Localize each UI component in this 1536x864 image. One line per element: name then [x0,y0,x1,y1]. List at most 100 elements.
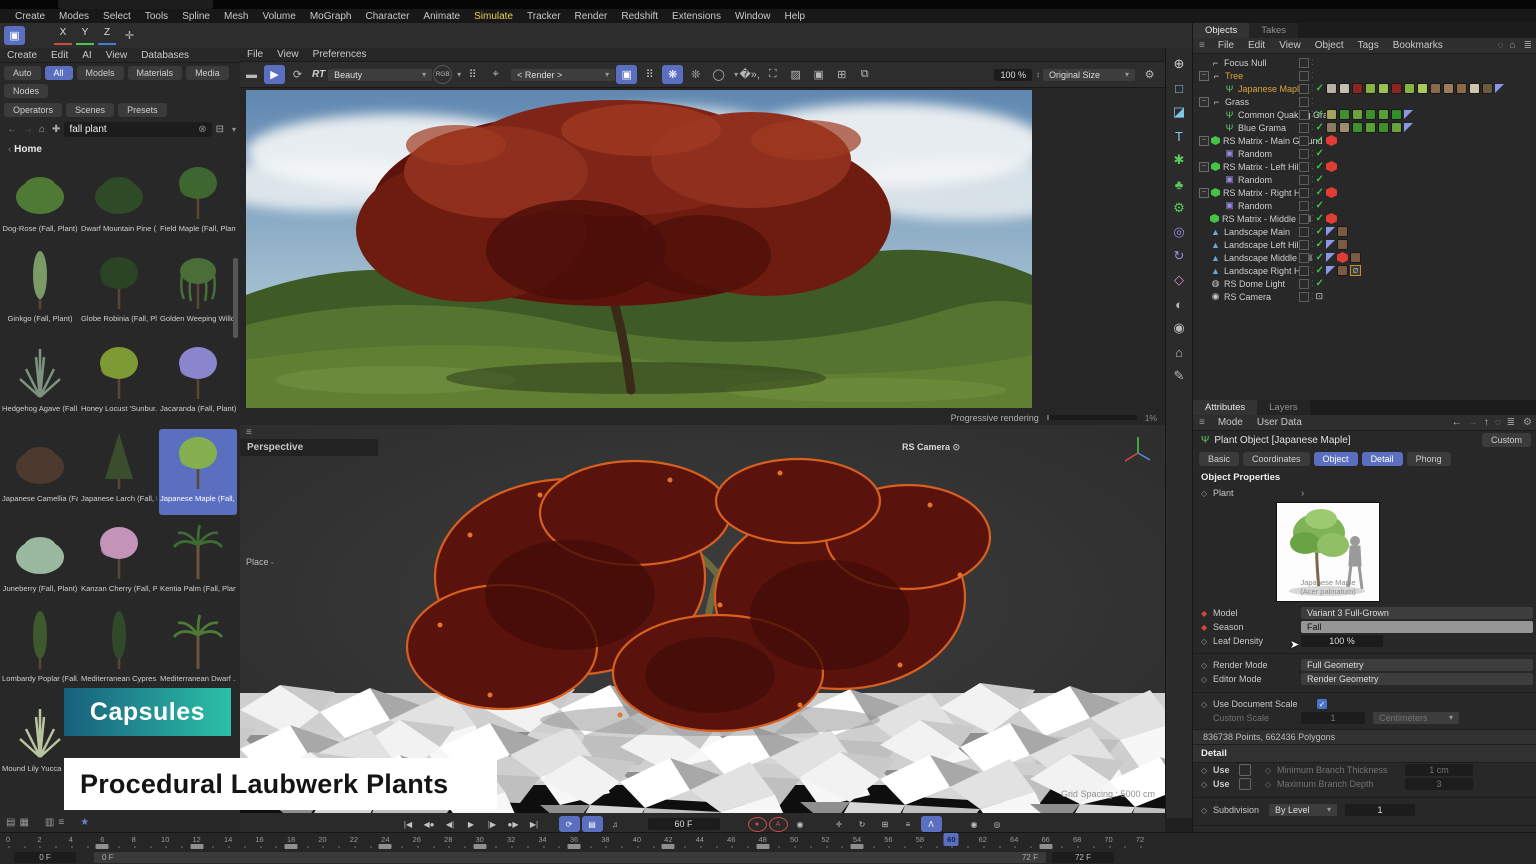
add-icon[interactable]: ✚ [52,124,60,135]
vp-menu-preferences[interactable]: Preferences [306,49,374,60]
move-tool-icon[interactable]: ✛ [119,26,140,45]
tree-row[interactable]: RS Matrix - Middle Hill⁚✓ [1193,212,1536,225]
breadcrumb[interactable]: ‹ Home [0,140,240,159]
expander-icon[interactable]: − [1199,162,1209,172]
visibility-square[interactable] [1299,136,1309,146]
visibility-square[interactable] [1299,71,1309,81]
keyframe-icon[interactable]: ◉ [790,816,811,832]
ab-menu-view[interactable]: View [99,50,135,61]
use-document-scale-checkbox[interactable]: ✓ [1317,699,1327,709]
generator-icon[interactable]: ✱ [1168,148,1190,172]
tree-row[interactable]: ΨJapanese Maple⁚✓ [1193,82,1536,95]
use2-diamond-icon[interactable]: ◇ [1201,780,1213,789]
grid9-icon[interactable]: ⠿ [639,65,660,84]
tree-row[interactable]: −⌐Tree⁚ [1193,69,1536,82]
editor-dots[interactable]: ⁚ [1311,188,1314,197]
enabled-check-icon[interactable]: ✓ [1316,174,1324,185]
image-add-icon[interactable]: ⊞ [831,65,852,84]
filter-nodes[interactable]: Nodes [4,84,48,98]
material-swatch[interactable] [1352,109,1363,120]
material-swatch[interactable] [1378,122,1389,133]
document-tab[interactable] [58,0,213,9]
om-home-icon[interactable]: ⌂ [1507,40,1519,51]
filter-operators[interactable]: Operators [4,103,62,117]
vp-menu-file[interactable]: File [240,49,270,60]
attr-burger-icon[interactable]: ≡ [1193,417,1211,428]
menu-simulate[interactable]: Simulate [467,11,520,22]
keyframe-mark[interactable] [1039,844,1052,849]
plant-item[interactable]: Dog-Rose (Fall, Plant) [1,159,79,245]
plant-item[interactable]: Juneberry (Fall, Plant) [1,519,79,605]
editor-dots[interactable]: ⁚ [1311,97,1314,106]
disabled-swatch-icon[interactable]: ∅ [1350,265,1361,276]
goto-start-button[interactable]: |◀ [398,816,419,832]
solo-icon[interactable]: ◉ [964,816,985,832]
material-swatch[interactable] [1352,122,1363,133]
keyframe-mark[interactable] [662,844,675,849]
render-settings-gear-icon[interactable]: ⚙ [1139,65,1160,84]
doc-mode-icon[interactable]: ▤ [582,816,603,832]
material-swatch[interactable] [1339,122,1350,133]
material-swatch[interactable] [1404,83,1415,94]
back-icon[interactable]: ← [7,124,17,135]
enabled-check-icon[interactable]: ✓ [1316,265,1324,276]
attr-tab-object[interactable]: Object [1314,452,1358,466]
tree-row[interactable]: −⌐Grass⁚ [1193,95,1536,108]
autokey-icon[interactable]: A [769,817,788,832]
home-icon[interactable]: ⌂ [39,124,45,135]
camera-label[interactable]: RS Camera ⊙ [902,442,960,453]
tree-row[interactable]: ▲Landscape Left Hill⁚✓ [1193,238,1536,251]
cube-primitive-icon[interactable]: ◪ [1168,100,1190,124]
search-input[interactable]: fall plant ⊗ [64,122,211,137]
visibility-square[interactable] [1299,214,1309,224]
tree-row[interactable]: ▲Landscape Right Hill⁚✓∅ [1193,264,1536,277]
symmetry-icon[interactable]: ◇ [1168,268,1190,292]
expander-icon[interactable]: − [1199,188,1209,198]
render-mode-dropdown[interactable]: Beauty▾ [328,69,432,81]
key-position-icon[interactable]: ✛ [829,816,850,832]
enabled-check-icon[interactable]: ✓ [1316,226,1324,237]
next-frame-button[interactable]: |▶ [482,816,503,832]
material-swatch[interactable] [1391,83,1402,94]
plant-item[interactable]: Jacaranda (Fall, Plant) [159,339,237,425]
sound-icon[interactable]: ♫ [605,816,626,832]
favorite-icon[interactable]: ★ [80,817,89,828]
ab-menu-ai[interactable]: AI [75,50,98,61]
attr-search-icon[interactable]: ◌ [1492,417,1504,428]
snowflake-icon[interactable]: ❊ [685,65,706,84]
material-swatch[interactable] [1337,226,1348,237]
zoom-field[interactable]: 100 % [994,69,1032,81]
clapper-icon[interactable]: ▬ [241,65,262,84]
enabled-check-icon[interactable]: ✓ [1316,278,1324,289]
material-swatch[interactable] [1326,83,1337,94]
forward-icon[interactable]: → [23,124,33,135]
attr-tab-basic[interactable]: Basic [1199,452,1239,466]
min-branch-field[interactable]: 1 cm [1405,764,1473,776]
focus-icon[interactable]: �», [739,65,760,84]
editor-dots[interactable]: ⁚ [1311,175,1314,184]
axis-x-button[interactable]: X [54,27,72,45]
plant-item[interactable]: Mediterranean Cypres... [80,609,158,695]
tree-row[interactable]: ▲Landscape Main⁚✓ [1193,225,1536,238]
editor-dots[interactable]: ⁚ [1311,110,1314,119]
editor-dots[interactable]: ⁚ [1311,136,1314,145]
camera-icon[interactable]: ◉ [1168,316,1190,340]
menu-help[interactable]: Help [778,11,813,22]
plant-item[interactable]: Field Maple (Fall, Plant) [159,159,237,245]
keyframe-mark[interactable] [285,844,298,849]
om-burger-icon[interactable]: ≡ [1193,40,1211,51]
menu-tracker[interactable]: Tracker [520,11,568,22]
attr-tab-detail[interactable]: Detail [1362,452,1403,466]
axis-y-button[interactable]: Y [76,27,94,45]
attr-gear-icon[interactable]: ⚙ [1518,417,1536,428]
play-button[interactable]: ▶ [461,816,482,832]
enabled-check-icon[interactable]: ✓ [1316,161,1324,172]
perspective-viewport[interactable]: ≡ Perspective RS Camera ⊙ Place ◦ Grid S… [240,425,1165,813]
tag-icon[interactable] [1326,240,1335,249]
visibility-square[interactable] [1299,227,1309,237]
material-swatch[interactable] [1430,83,1441,94]
material-swatch[interactable] [1352,83,1363,94]
asset-scrollbar[interactable] [233,258,238,338]
circle-caret[interactable]: ▾ [734,70,738,79]
render-mode-dropdown-attr[interactable]: Full Geometry [1301,659,1533,671]
